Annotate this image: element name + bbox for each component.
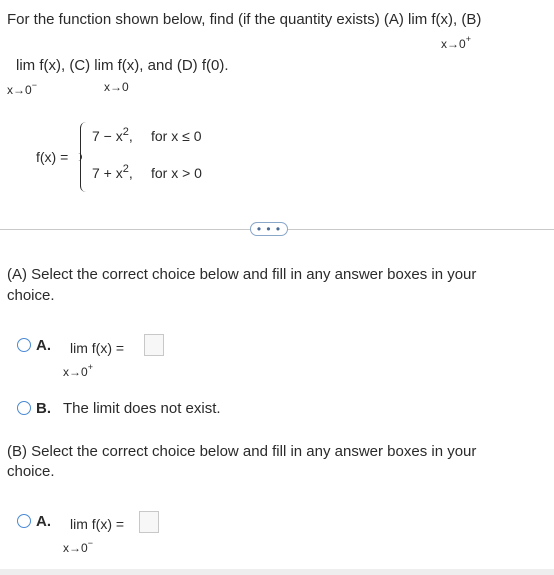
- function-piece-2-condition: for x > 0: [151, 165, 202, 181]
- part-a-option-b-letter[interactable]: B.: [36, 400, 51, 417]
- question-limit-c-subscript: x→0: [104, 80, 129, 94]
- part-a-prompt-line-2: choice.: [7, 287, 55, 304]
- part-a-option-b-radio[interactable]: [17, 401, 31, 415]
- part-b-option-a-letter[interactable]: A.: [36, 513, 51, 530]
- function-name: f(x) =: [36, 149, 69, 165]
- part-b-option-a-radio[interactable]: [17, 514, 31, 528]
- part-a-answer-box[interactable]: [144, 334, 164, 356]
- piecewise-brace-tip: [74, 153, 82, 161]
- bottom-scroll-edge: [0, 569, 554, 575]
- part-a-option-a-radio[interactable]: [17, 338, 31, 352]
- function-piece-2: 7 + x2,: [92, 163, 133, 181]
- part-b-option-a-text: lim f(x) =: [70, 516, 125, 532]
- function-piece-1: 7 − x2,: [92, 126, 133, 144]
- function-piece-1-condition: for x ≤ 0: [151, 128, 202, 144]
- question-line-1: For the function shown below, find (if t…: [7, 11, 482, 28]
- part-b-prompt-line-1: (B) Select the correct choice below and …: [7, 443, 477, 460]
- question-line-2: lim f(x), (C) lim f(x), and (D) f(0).: [16, 57, 229, 74]
- question-limit-a-subscript: x→0+: [441, 34, 471, 51]
- part-b-option-a-subscript: x→0−: [63, 538, 93, 555]
- part-b-prompt-line-2: choice.: [7, 463, 55, 480]
- question-limit-b-subscript: x→0−: [7, 80, 37, 97]
- more-options-button[interactable]: • • •: [250, 222, 288, 236]
- part-a-option-a-subscript: x→0+: [63, 362, 93, 379]
- part-a-option-a-text: lim f(x) =: [70, 340, 125, 356]
- part-b-answer-box[interactable]: [139, 511, 159, 533]
- part-a-option-b-text[interactable]: The limit does not exist.: [63, 400, 221, 417]
- part-a-option-a-letter[interactable]: A.: [36, 337, 51, 354]
- part-a-prompt-line-1: (A) Select the correct choice below and …: [7, 266, 477, 283]
